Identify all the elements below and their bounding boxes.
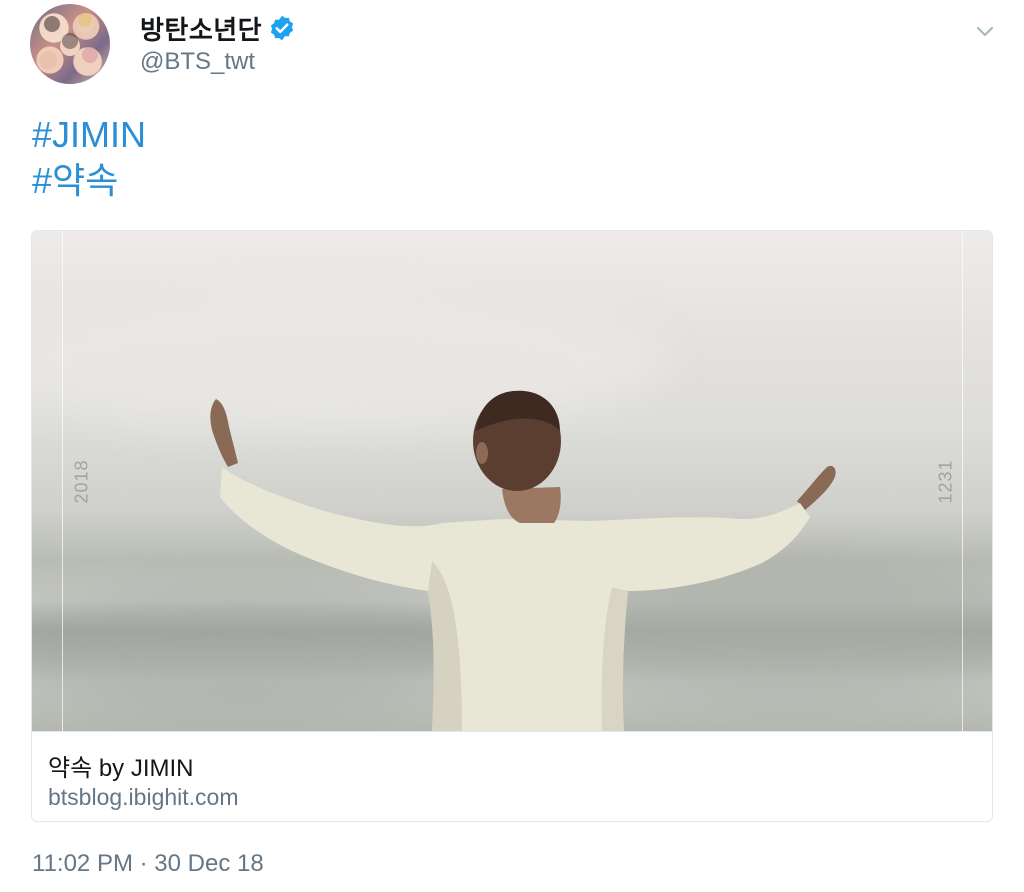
verified-badge-icon — [268, 14, 296, 42]
card-title[interactable]: 약속 by JIMIN — [48, 748, 194, 783]
tweet-timestamp[interactable]: 11:02 PM · 30 Dec 18 — [32, 850, 264, 878]
avatar[interactable] — [30, 4, 110, 84]
hashtag-link[interactable]: #약속 — [32, 158, 146, 204]
person-silhouette — [210, 390, 836, 731]
tweet: 방탄소년단 @BTS_twt #JIMIN #약속 2018 1231 약속 b… — [0, 0, 1024, 892]
card-footer[interactable]: 약속 by JIMIN btsblog.ibighit.com — [32, 731, 992, 821]
author-handle[interactable]: @BTS_twt — [140, 48, 255, 76]
chevron-down-icon[interactable] — [972, 18, 998, 44]
author-name-row[interactable]: 방탄소년단 — [140, 10, 296, 46]
card-image[interactable]: 2018 1231 — [32, 231, 992, 731]
display-name[interactable]: 방탄소년단 — [140, 10, 262, 47]
hashtag-link[interactable]: #JIMIN — [32, 112, 146, 158]
link-card[interactable]: 2018 1231 약속 by JIMIN btsblog.ibighit.co… — [31, 230, 993, 822]
card-domain[interactable]: btsblog.ibighit.com — [48, 784, 239, 811]
tweet-text: #JIMIN #약속 — [32, 112, 146, 204]
